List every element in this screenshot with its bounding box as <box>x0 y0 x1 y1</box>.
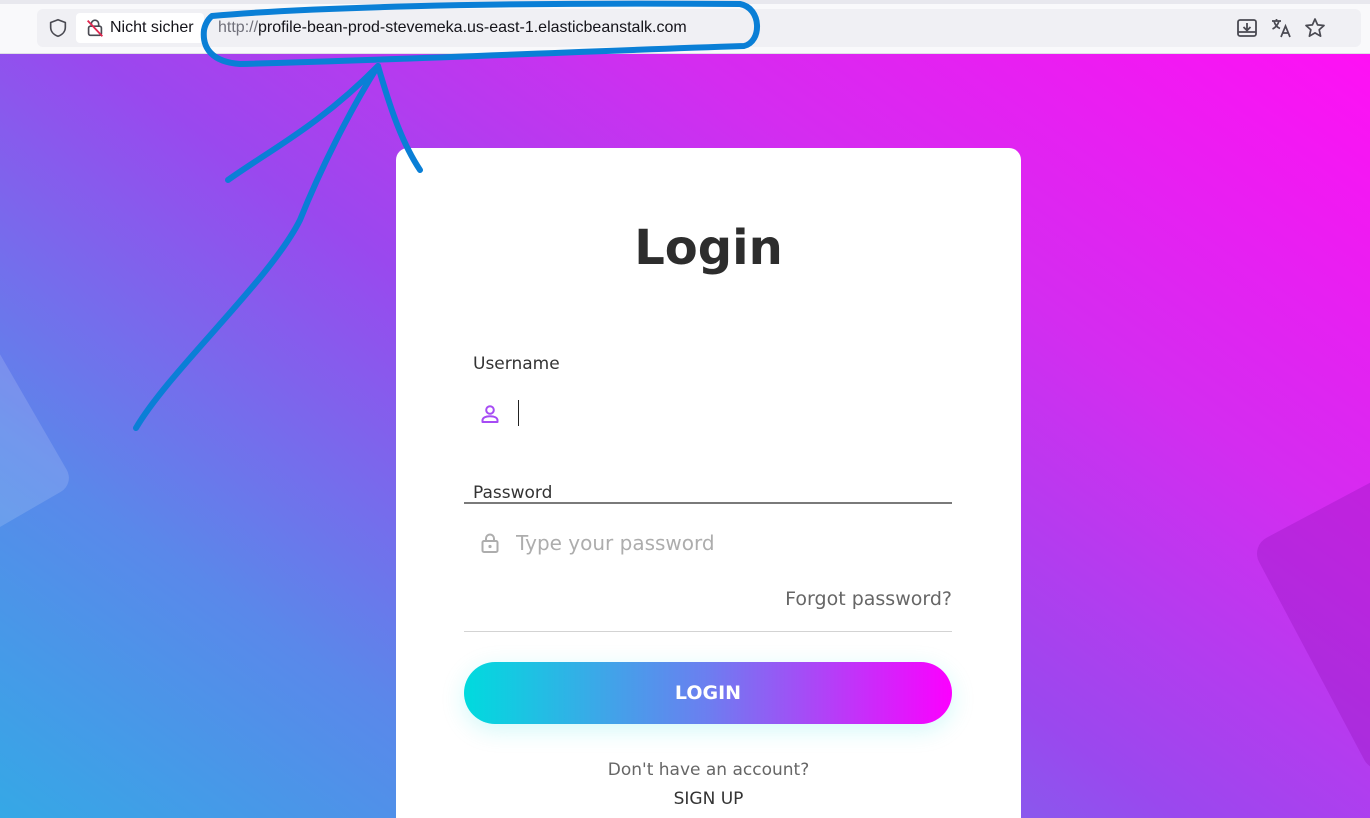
login-title: Login <box>634 220 783 276</box>
url-text[interactable]: http://profile-bean-prod-stevemeka.us-ea… <box>218 19 687 37</box>
url-host: profile-bean-prod-stevemeka.us-east-1.el… <box>258 19 687 36</box>
save-page-icon[interactable] <box>1235 16 1259 40</box>
lock-icon <box>481 533 499 553</box>
username-input[interactable] <box>516 398 936 430</box>
password-input[interactable] <box>516 527 936 559</box>
decorative-shape-left <box>0 319 75 579</box>
translate-icon[interactable] <box>1269 16 1293 40</box>
username-label: Username <box>473 354 560 374</box>
toolbar-divider <box>0 0 1370 4</box>
login-card: Login Username Password Forgot password?… <box>396 148 1021 818</box>
connection-security-label: Nicht sicher <box>110 19 194 36</box>
bookmark-star-icon[interactable] <box>1303 16 1327 40</box>
password-label: Password <box>473 483 553 503</box>
no-account-text: Don't have an account? <box>607 760 810 780</box>
forgot-password-link[interactable]: Forgot password? <box>696 588 952 610</box>
browser-toolbar: Nicht sicher http://profile-bean-prod-st… <box>0 0 1370 54</box>
password-underline <box>464 631 952 632</box>
login-button[interactable]: LOGIN <box>464 662 952 724</box>
user-icon <box>481 405 499 423</box>
page-background: Login Username Password Forgot password?… <box>0 54 1370 818</box>
decorative-shape-right <box>1250 452 1370 776</box>
tracking-protection-shield-icon[interactable] <box>47 17 69 39</box>
text-cursor <box>518 400 519 426</box>
url-protocol: http:// <box>218 19 259 36</box>
signup-link[interactable]: SIGN UP <box>396 789 1021 809</box>
insecure-lock-icon <box>86 19 104 37</box>
